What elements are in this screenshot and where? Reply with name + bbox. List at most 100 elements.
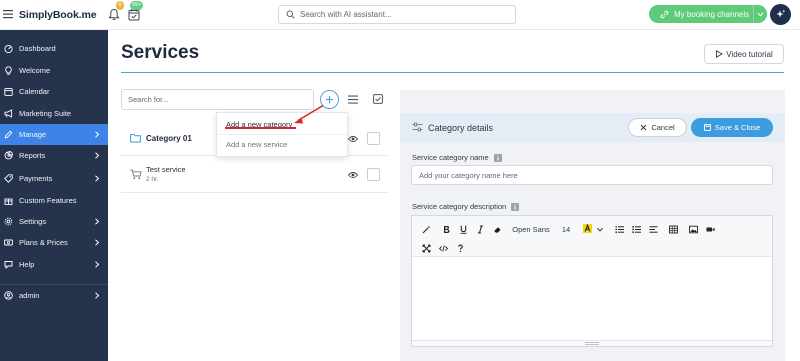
cancel-button[interactable]: Cancel <box>628 118 687 137</box>
sidebar-item-calendar[interactable]: Calendar <box>0 81 108 102</box>
sidebar-item-label: Plans & Prices <box>19 238 68 247</box>
sidebar-item-label: Manage <box>19 130 47 139</box>
play-icon <box>716 50 724 58</box>
sidebar-item-settings[interactable]: Settings <box>0 211 108 232</box>
gift-icon <box>4 198 13 205</box>
top-bar: SimplyBook.me 6 99+ My booking channels <box>0 0 800 30</box>
sidebar-item-manage[interactable]: Manage <box>0 124 108 145</box>
sidebar-item-welcome[interactable]: Welcome <box>0 60 108 81</box>
image-icon[interactable] <box>687 223 699 235</box>
pencil-icon <box>4 130 13 139</box>
ai-assistant-avatar[interactable] <box>770 4 791 25</box>
close-icon <box>640 124 647 131</box>
sliders-icon <box>412 122 423 132</box>
category-name[interactable]: Category 01 <box>146 134 192 143</box>
add-new-service-option[interactable]: Add a new service <box>217 134 347 153</box>
align-icon[interactable] <box>647 223 659 235</box>
list-view-icon[interactable] <box>348 95 358 104</box>
sidebar-item-plans-prices[interactable]: Plans & Prices <box>0 232 108 253</box>
booking-channels-dropdown[interactable] <box>753 5 767 23</box>
help-icon[interactable] <box>454 242 466 254</box>
add-new-category-option[interactable]: Add a new category <box>217 115 347 134</box>
code-view-icon[interactable] <box>437 242 449 254</box>
save-close-label: Save & Close <box>714 123 761 132</box>
chat-icon <box>4 261 13 269</box>
sidebar-item-label: Custom Features <box>19 196 77 205</box>
video-tutorial-label: Video tutorial <box>726 49 773 59</box>
eye-icon[interactable] <box>348 171 358 179</box>
list-search-input[interactable] <box>128 95 308 104</box>
user-icon <box>4 291 13 300</box>
sidebar-item-reports[interactable]: Reports <box>0 145 108 166</box>
price-card-icon <box>4 239 13 246</box>
video-icon[interactable] <box>704 223 716 235</box>
chevron-right-icon <box>95 261 100 268</box>
italic-button[interactable] <box>474 223 486 235</box>
font-family-select[interactable]: Open Sans <box>510 223 552 235</box>
save-close-button[interactable]: Save & Close <box>691 118 773 137</box>
select-all-checkbox-icon[interactable] <box>373 94 383 104</box>
sidebar-item-user[interactable]: admin <box>0 285 108 306</box>
font-size-select[interactable]: 14 <box>560 223 572 235</box>
eye-icon[interactable] <box>348 135 358 143</box>
sidebar-item-label: Payments <box>19 174 53 183</box>
fullscreen-icon[interactable] <box>420 242 432 254</box>
service-name[interactable]: Test service <box>146 165 186 174</box>
booking-channels-button[interactable]: My booking channels <box>649 5 753 23</box>
bell-icon[interactable] <box>108 8 120 21</box>
plus-icon <box>326 96 333 103</box>
sidebar-item-custom-features[interactable]: Custom Features <box>0 190 108 211</box>
title-divider <box>121 72 784 73</box>
chevron-down-icon <box>757 12 764 17</box>
category-description-label: Service category description <box>412 202 520 211</box>
annotation-arrow-icon <box>294 104 324 124</box>
chevron-down-icon[interactable] <box>596 225 604 233</box>
category-details-title: Category details <box>428 123 494 133</box>
logo[interactable]: SimplyBook.me <box>19 8 97 22</box>
bold-button[interactable] <box>440 223 452 235</box>
description-text-area[interactable] <box>412 258 772 340</box>
megaphone-icon <box>4 109 13 118</box>
sidebar-item-label: Reports <box>19 151 46 160</box>
bullet-list-icon[interactable] <box>613 223 625 235</box>
sidebar-item-marketing-suite[interactable]: Marketing Suite <box>0 103 108 124</box>
chevron-right-icon <box>95 131 100 138</box>
cancel-label: Cancel <box>651 123 675 132</box>
table-icon[interactable] <box>667 223 679 235</box>
category-name-label-text: Service category name <box>412 153 489 162</box>
editor-toolbar: Open Sans 14 <box>412 216 772 257</box>
sidebar-item-label: Welcome <box>19 66 51 75</box>
row-checkbox[interactable] <box>367 168 380 181</box>
list-item-service[interactable]: Test service 2 hr. <box>121 156 388 193</box>
eraser-icon[interactable] <box>491 223 503 235</box>
numbered-list-icon[interactable] <box>630 223 642 235</box>
category-name-label: Service category name <box>412 153 502 162</box>
list-search-box[interactable] <box>121 89 314 110</box>
sidebar-user-label: admin <box>19 291 40 300</box>
sidebar-item-help[interactable]: Help <box>0 254 108 275</box>
ai-search-box[interactable] <box>278 5 516 24</box>
chart-icon <box>4 151 13 160</box>
text-color-icon[interactable] <box>581 222 594 235</box>
search-icon <box>286 10 295 19</box>
video-tutorial-button[interactable]: Video tutorial <box>704 44 784 64</box>
sidebar-item-label: Settings <box>19 217 47 226</box>
row-checkbox[interactable] <box>367 132 380 145</box>
hamburger-menu-icon[interactable] <box>2 8 14 20</box>
editor-resize-handle[interactable] <box>412 340 772 346</box>
ai-search-input[interactable] <box>300 10 500 19</box>
folder-icon <box>130 134 141 143</box>
dashboard-icon <box>4 44 13 53</box>
sidebar-item-dashboard[interactable]: Dashboard <box>0 38 108 59</box>
category-name-input[interactable] <box>411 165 773 185</box>
sidebar-item-payments[interactable]: Payments <box>0 168 108 189</box>
info-icon[interactable] <box>511 202 520 211</box>
service-duration: 2 hr. <box>146 176 159 183</box>
info-icon[interactable] <box>493 153 502 162</box>
magic-wand-icon[interactable] <box>420 223 432 235</box>
underline-button[interactable] <box>457 223 469 235</box>
sidebar-item-label: Help <box>19 260 35 269</box>
add-dropdown-menu: Add a new category Add a new service <box>216 112 348 157</box>
category-description-label-text: Service category description <box>412 202 507 211</box>
booking-channels-label: My booking channels <box>674 9 750 19</box>
